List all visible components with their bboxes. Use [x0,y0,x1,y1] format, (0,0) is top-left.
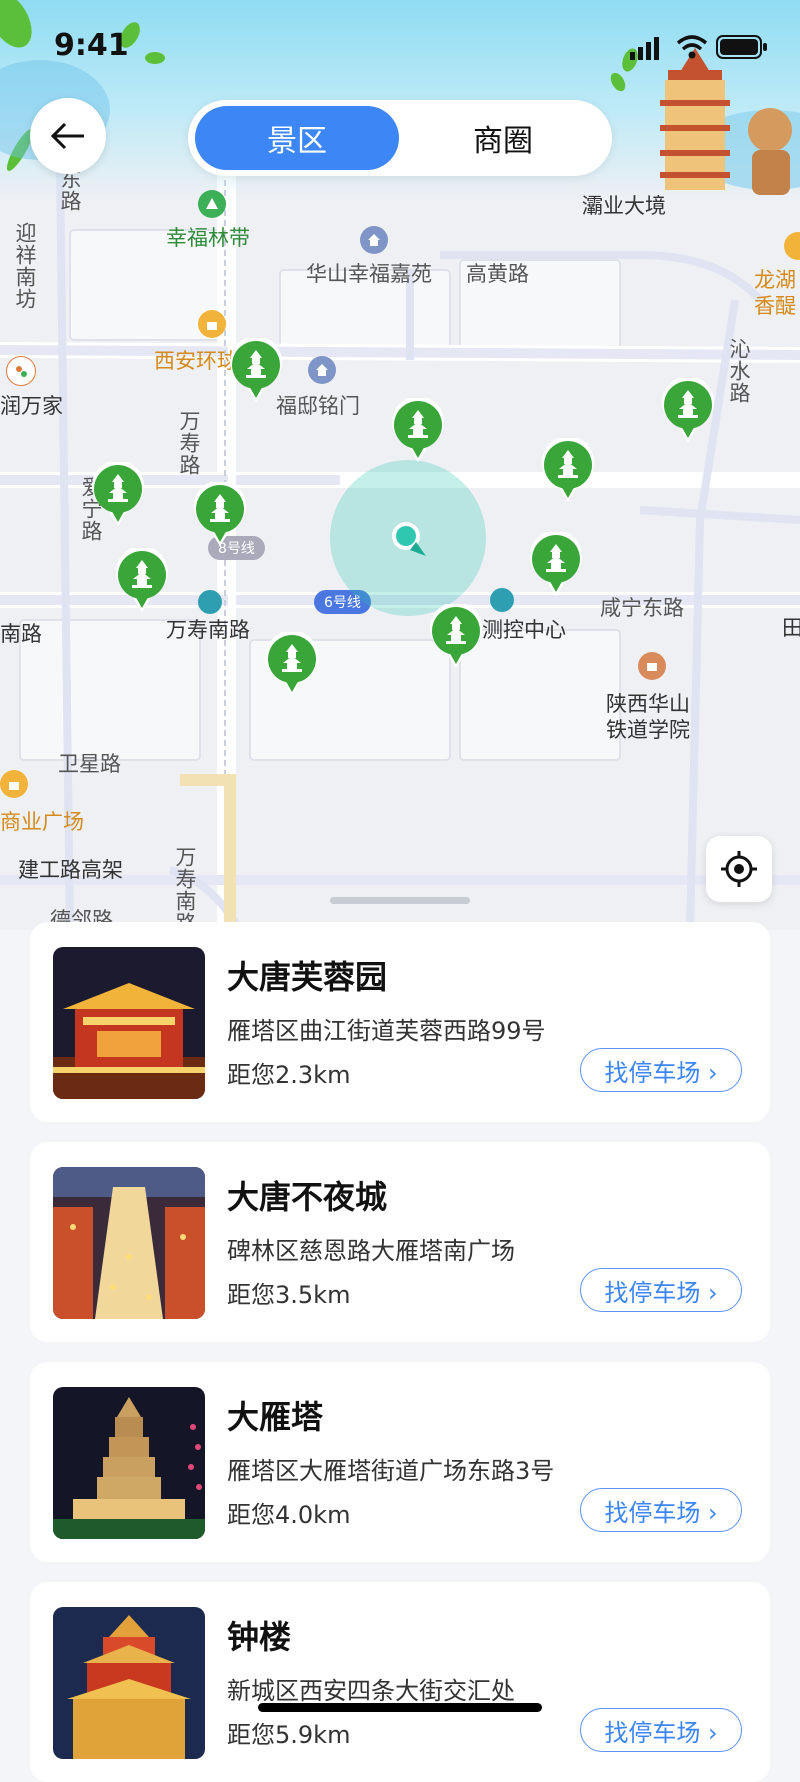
map-label: 东路 [58,168,82,212]
status-time: 9:41 [54,28,129,63]
crosshair-icon [721,851,757,887]
map-label: 幸福林带 [166,226,250,250]
supermarket-icon [6,356,36,386]
scenic-distance: 距您2.3km [227,1061,351,1089]
scenic-thumbnail [53,1167,205,1319]
metro-station-icon [198,590,222,614]
back-button[interactable] [30,98,106,174]
find-parking-button[interactable]: 找停车场 › [580,1708,742,1752]
map-label: 咸宁东路 [600,596,684,620]
list-item[interactable]: 钟楼 新城区西安四条大街交汇处 距您5.9km 找停车场 › [30,1582,770,1782]
scenic-pin-icon[interactable] [114,546,170,614]
scenic-pin-icon[interactable] [428,602,484,670]
scenic-address: 新城区西安四条大街交汇处 [227,1677,515,1705]
scenic-name: 大唐芙蓉园 [227,958,388,996]
wifi-icon [676,35,708,59]
battery-icon [716,35,767,59]
scenic-address: 碑林区慈恩路大雁塔南广场 [227,1237,515,1265]
residence-icon [308,356,336,384]
map-label: 南路 [0,622,42,646]
residence-icon [360,226,388,254]
shopping-icon [198,310,226,338]
school-icon [638,652,666,680]
map-label: 西安环球 [154,349,238,373]
list-item[interactable]: 大雁塔 雁塔区大雁塔街道广场东路3号 距您4.0km 找停车场 › [30,1362,770,1562]
arrow-left-icon [50,122,84,150]
map-label: 润万家 [0,394,63,418]
shopping-icon [0,770,28,798]
tab-business-district[interactable]: 商圈 [400,106,606,170]
map-label: 铁道学院 [606,718,690,742]
scenic-distance: 距您3.5km [227,1281,351,1309]
scenic-pin-icon[interactable] [228,336,284,404]
map-label: 建工路高架 [18,858,123,882]
map-label: 华山幸福嘉苑 [306,262,432,286]
map-label: 商业广场 [0,810,84,834]
map-label: 卫星路 [58,752,121,776]
scenic-thumbnail [53,947,205,1099]
home-indicator [258,1703,542,1712]
metro-station-icon [490,588,514,612]
status-bar: 9:41 [0,0,800,96]
map-label: 万寿南路 [173,846,197,930]
scenic-distance: 距您5.9km [227,1721,351,1749]
scenic-pin-icon[interactable] [660,376,716,444]
scenic-pin-icon[interactable] [90,460,146,528]
scenic-thumbnail [53,1607,205,1759]
scenic-pin-icon[interactable] [390,396,446,464]
scenic-pin-icon[interactable] [540,436,596,504]
scenic-name: 大唐不夜城 [227,1178,388,1216]
map-label: 高黄路 [466,262,529,286]
sheet-drag-handle[interactable] [330,897,470,904]
map-label: 测控中心 [482,618,566,642]
map-label: 万寿南路 [166,618,250,642]
map-label: 万寿路 [177,410,201,476]
map-label: 迎祥南坊 [13,222,37,310]
scenic-distance: 距您4.0km [227,1501,351,1529]
category-switch: 景区 商圈 [188,100,612,176]
scenic-address: 雁塔区曲江街道芙蓉西路99号 [227,1017,546,1045]
map-label: 沁水路 [727,338,751,404]
map-label: 田 [782,616,800,640]
find-parking-button[interactable]: 找停车场 › [580,1268,742,1312]
scenic-thumbnail [53,1387,205,1539]
find-parking-button[interactable]: 找停车场 › [580,1048,742,1092]
list-item[interactable]: 大唐不夜城 碑林区慈恩路大雁塔南广场 距您3.5km 找停车场 › [30,1142,770,1342]
park-icon [198,190,226,218]
user-location-icon [392,522,426,556]
scenic-name: 钟楼 [227,1618,292,1656]
tab-scenic[interactable]: 景区 [195,106,399,170]
scenic-name: 大雁塔 [227,1398,324,1436]
list-item[interactable]: 大唐芙蓉园 雁塔区曲江街道芙蓉西路99号 距您2.3km 找停车场 › [30,922,770,1122]
map-label: 香醍 [754,294,796,318]
find-parking-button[interactable]: 找停车场 › [580,1488,742,1532]
map-label: 福邸铭门 [276,394,360,418]
signal-icon [630,37,659,60]
scenic-address: 雁塔区大雁塔街道广场东路3号 [227,1457,555,1485]
map-label: 灞业大境 [582,194,666,218]
scenic-pin-icon[interactable] [192,480,248,548]
locate-me-button[interactable] [706,836,772,902]
scenic-pin-icon[interactable] [528,530,584,598]
scenic-pin-icon[interactable] [264,630,320,698]
